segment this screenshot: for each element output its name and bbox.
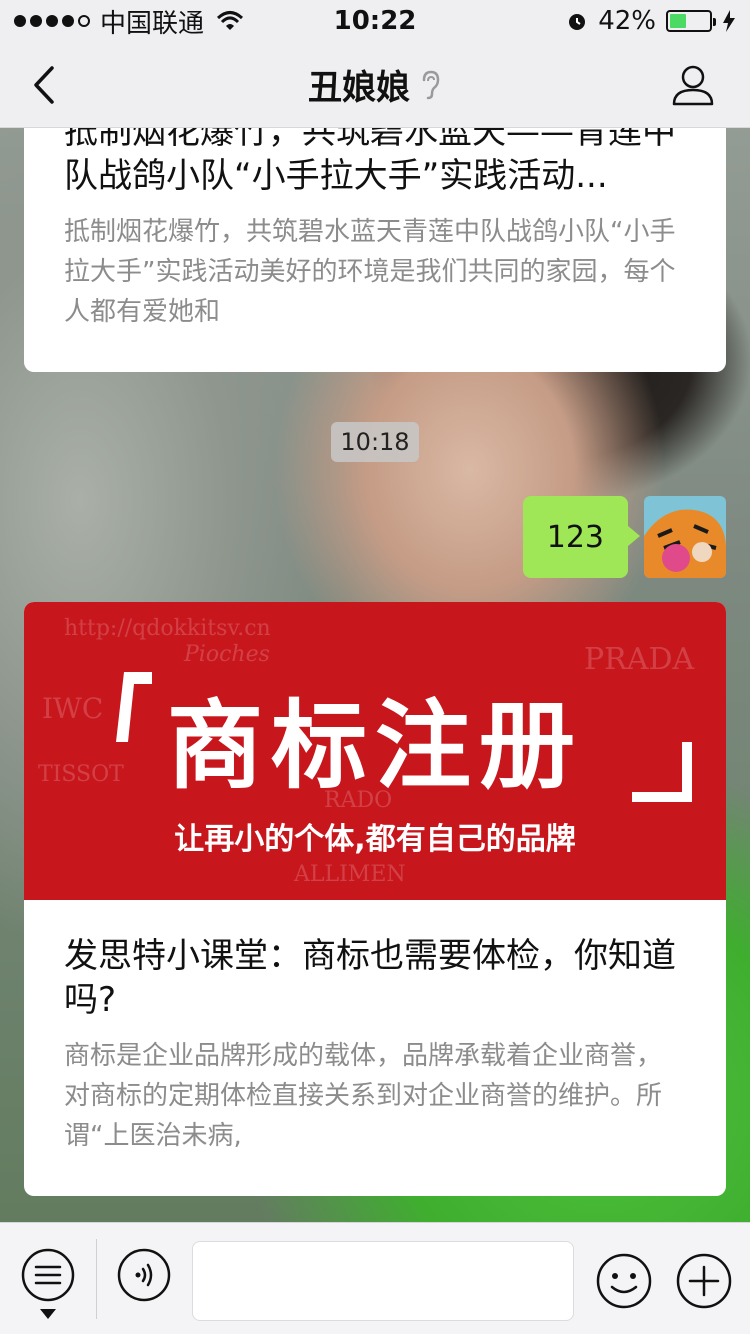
article-title: 抵制烟花爆竹，共筑碧水蓝天——青莲中队战鸽小队“小手拉大手”实践活动... — [64, 128, 676, 196]
article-description: 抵制烟花爆竹，共筑碧水蓝天青莲中队战鸽小队“小手拉大手”实践活动美好的环境是我们… — [64, 217, 676, 327]
menu-icon[interactable] — [20, 1247, 76, 1303]
chat-message-list[interactable]: 抵制烟花爆竹，共筑碧水蓝天——青莲中队战鸽小队“小手拉大手”实践活动... 抵制… — [0, 128, 750, 1222]
caret-down-icon — [40, 1309, 56, 1319]
profile-icon[interactable] — [670, 62, 716, 108]
article-cover-image: http://qdokkitsv.cn PRADA IWC TISSOT RAD… — [24, 602, 726, 900]
watermark-text: Pioches — [184, 642, 270, 667]
charging-icon — [723, 10, 735, 32]
chat-header: 丑娘娘 — [0, 42, 750, 128]
article-card[interactable]: 抵制烟花爆竹，共筑碧水蓝天——青莲中队战鸽小队“小手拉大手”实践活动... 抵制… — [24, 128, 726, 372]
wifi-icon — [217, 11, 244, 30]
divider — [96, 1239, 97, 1319]
banner-subtitle: 让再小的个体,都有自己的品牌 — [174, 822, 576, 857]
message-input[interactable] — [192, 1241, 574, 1321]
plus-icon[interactable] — [674, 1251, 734, 1311]
watermark-text: ALLIMEN — [294, 862, 406, 887]
voice-icon[interactable] — [116, 1247, 172, 1303]
banner-title: 商标注册 — [167, 690, 583, 802]
article-card[interactable]: http://qdokkitsv.cn PRADA IWC TISSOT RAD… — [24, 602, 726, 1196]
alarm-icon — [569, 14, 586, 30]
ear-icon — [422, 70, 440, 99]
back-arrow-icon[interactable] — [24, 62, 64, 108]
signal-strength-icon — [14, 15, 90, 27]
article-title: 发思特小课堂：商标也需要体检，你知道吗? — [64, 936, 676, 1020]
article-description: 商标是企业品牌形成的载体，品牌承载着企业商誉，对商标的定期体检直接关系到对企业商… — [64, 1041, 663, 1151]
emoji-icon[interactable] — [594, 1251, 654, 1311]
message-text: 123 — [546, 519, 604, 555]
message-bubble[interactable]: 123 — [522, 496, 641, 578]
carrier-name: 中国联通 — [100, 8, 205, 39]
message-timestamp: 10:18 — [331, 422, 419, 462]
chat-title: 丑娘娘 — [308, 60, 442, 109]
battery-icon — [666, 10, 716, 32]
status-bar: 中国联通 10:22 42% — [0, 0, 750, 42]
chat-input-bar — [0, 1222, 750, 1334]
watermark-text: http://qdokkitsv.cn — [64, 616, 271, 641]
avatar[interactable] — [644, 496, 726, 578]
contact-name: 丑娘娘 — [308, 68, 410, 108]
battery-percent: 42% — [598, 6, 656, 36]
sent-message: 123 — [522, 496, 726, 578]
